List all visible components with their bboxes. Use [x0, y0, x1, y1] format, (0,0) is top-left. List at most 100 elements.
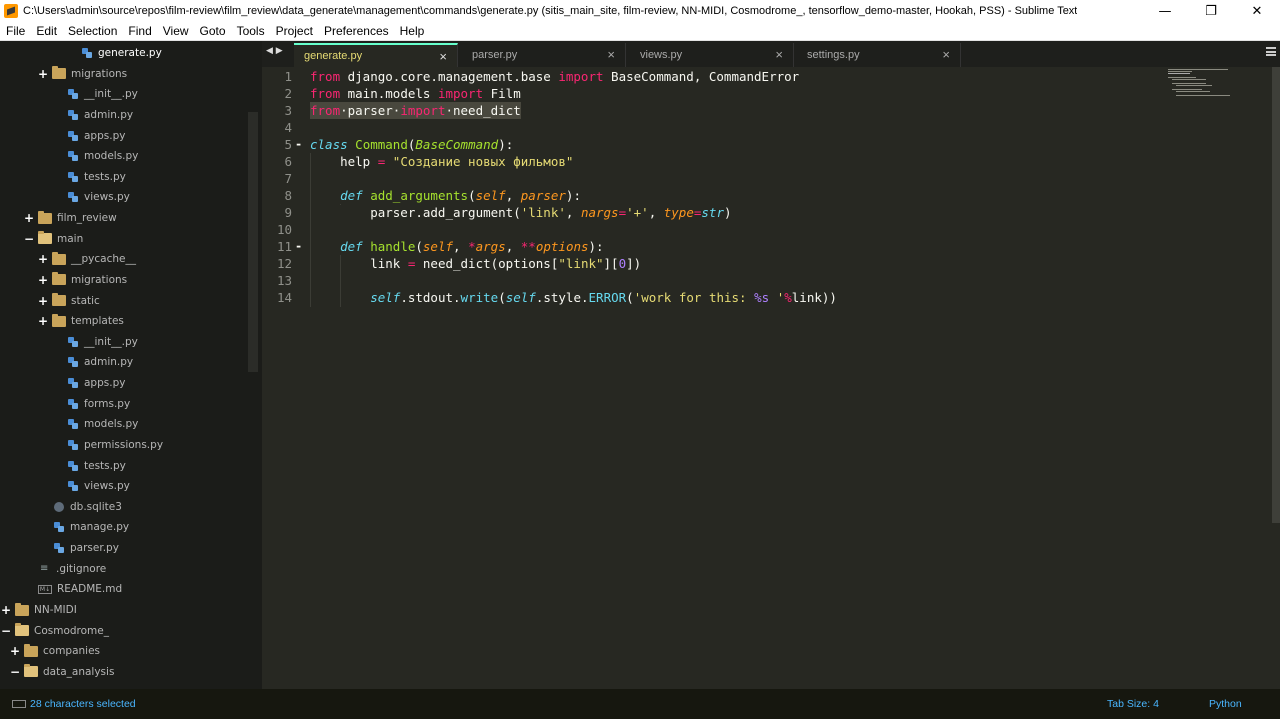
sidebar-item[interactable]: − main [0, 229, 248, 249]
tab-nav-arrows[interactable]: ◀ ▶ [266, 46, 294, 56]
sidebar-item[interactable]: admin.py [0, 105, 248, 125]
panel-toggle-icon[interactable] [12, 700, 26, 708]
close-button[interactable]: ✕ [1234, 0, 1280, 22]
sidebar-item-label: generate.py [98, 47, 162, 59]
sidebar-item[interactable]: M↓ README.md [0, 579, 248, 599]
expand-icon[interactable]: + [37, 294, 49, 308]
sidebar-item[interactable]: + migrations [0, 270, 248, 290]
line-number: 11 [276, 239, 292, 254]
code-editor[interactable]: from django.core.management.base import … [310, 67, 1170, 689]
menu-selection[interactable]: Selection [62, 24, 122, 38]
sidebar-item[interactable]: + __pycache__ [0, 249, 248, 269]
text-file-icon: ≡ [40, 563, 49, 575]
hamburger-menu-icon[interactable] [1266, 47, 1276, 56]
sidebar-item[interactable]: − Cosmodrome_ [0, 621, 248, 641]
menu-goto[interactable]: Goto [194, 24, 231, 38]
tab-size-indicator[interactable]: Tab Size: 4 [1107, 698, 1159, 710]
sidebar-item[interactable]: tests.py [0, 167, 248, 187]
expand-icon[interactable]: + [9, 644, 21, 658]
editor-scrollbar[interactable] [1272, 67, 1280, 523]
sidebar-item-label: companies [43, 645, 101, 658]
sidebar-item-label: tests.py [84, 170, 126, 183]
expand-icon[interactable]: + [37, 252, 49, 266]
sidebar-item[interactable]: ≡ .gitignore [0, 559, 248, 579]
expand-icon[interactable]: + [37, 314, 49, 328]
sidebar-item[interactable]: apps.py [0, 126, 248, 146]
close-tab-icon[interactable]: × [775, 47, 783, 62]
python-file-icon [68, 419, 78, 430]
close-tab-icon[interactable]: × [607, 47, 615, 62]
tab-generate-py[interactable]: generate.py × [294, 43, 458, 67]
sidebar-item[interactable]: + NN-MIDI [0, 600, 248, 620]
menu-preferences[interactable]: Preferences [318, 24, 394, 38]
menu-project[interactable]: Project [270, 24, 318, 38]
collapse-icon[interactable]: − [0, 624, 12, 638]
sidebar-item[interactable]: + templates [0, 311, 248, 331]
tab-parser-py[interactable]: parser.py × [462, 43, 626, 67]
sidebar-item[interactable]: models.py [0, 414, 248, 434]
folder-icon [38, 210, 52, 224]
sidebar-item[interactable]: permissions.py [0, 435, 248, 455]
tab-views-py[interactable]: views.py × [630, 43, 794, 67]
sidebar-item[interactable]: + migrations [0, 64, 248, 84]
tab-bar: ◀ ▶ generate.py × parser.py × views.py ×… [262, 41, 1280, 67]
sidebar-item[interactable]: − data_analysis [0, 662, 248, 682]
sidebar-item[interactable]: + static [0, 291, 248, 311]
sidebar-item[interactable]: + film_review [0, 208, 248, 228]
sidebar-item[interactable]: manage.py [0, 517, 248, 537]
selection-status: 28 characters selected [30, 698, 136, 710]
sidebar-item[interactable]: admin.py [0, 352, 248, 372]
close-tab-icon[interactable]: × [942, 47, 950, 62]
sidebar-item[interactable]: views.py [0, 476, 248, 496]
sidebar-item-label: models.py [84, 418, 139, 431]
line-number: 2 [284, 86, 292, 101]
collapse-icon[interactable]: − [9, 665, 21, 679]
sidebar-scrollbar[interactable] [248, 112, 258, 372]
sidebar-item[interactable]: models.py [0, 146, 248, 166]
menu-tools[interactable]: Tools [231, 24, 270, 38]
code-line-8: def add_arguments(self, parser): [340, 188, 581, 203]
minimize-button[interactable]: — [1142, 0, 1188, 22]
menu-help[interactable]: Help [394, 24, 430, 38]
sidebar-item[interactable]: generate.py [0, 43, 248, 63]
sidebar-item[interactable]: + companies [0, 641, 248, 661]
maximize-button[interactable]: ❐ [1188, 0, 1234, 22]
close-tab-icon[interactable]: × [439, 49, 447, 64]
menu-view[interactable]: View [157, 24, 194, 38]
minimap[interactable] [1168, 69, 1238, 109]
python-file-icon [68, 171, 78, 182]
tab-settings-py[interactable]: settings.py × [797, 43, 961, 67]
sidebar-item[interactable]: apps.py [0, 373, 248, 393]
menu-edit[interactable]: Edit [30, 24, 62, 38]
collapse-icon[interactable]: − [23, 232, 35, 246]
line-number: 14 [276, 290, 292, 305]
syntax-indicator[interactable]: Python [1209, 698, 1242, 710]
sidebar-item-label: data_analysis [43, 665, 115, 678]
code-line-5: class Command(BaseCommand): [310, 137, 514, 152]
expand-icon[interactable]: + [0, 603, 12, 617]
folder-icon [15, 602, 29, 616]
sidebar-item[interactable]: tests.py [0, 456, 248, 476]
sidebar-item[interactable]: __init__.py [0, 84, 248, 104]
sidebar-item[interactable]: forms.py [0, 394, 248, 414]
expand-icon[interactable]: + [23, 211, 35, 225]
folder-open-icon [24, 664, 38, 678]
code-line-6: help = "Создание новых фильмов" [310, 154, 574, 169]
menu-find[interactable]: Find [122, 24, 156, 38]
sidebar-item-label: Cosmodrome_ [34, 624, 109, 637]
sidebar-item[interactable]: db.sqlite3 [0, 497, 248, 517]
sidebar-item-label: main [57, 232, 84, 245]
sidebar-item[interactable]: views.py [0, 187, 248, 207]
sidebar-item[interactable]: parser.py [0, 538, 248, 558]
expand-icon[interactable]: + [37, 273, 49, 287]
expand-icon[interactable]: + [37, 67, 49, 81]
fold-toggle-icon[interactable]: - [295, 238, 302, 255]
menu-file[interactable]: File [0, 24, 30, 38]
sidebar-item-label: permissions.py [84, 438, 164, 451]
code-line-3-selected: from·parser·import·need_dict [310, 102, 521, 119]
fold-toggle-icon[interactable]: - [295, 136, 302, 153]
sidebar-item[interactable]: __init__.py [0, 332, 248, 352]
code-line-9: parser.add_argument('link', nargs='+', t… [310, 205, 732, 220]
folder-open-icon [38, 231, 52, 245]
line-number: 7 [284, 171, 292, 186]
